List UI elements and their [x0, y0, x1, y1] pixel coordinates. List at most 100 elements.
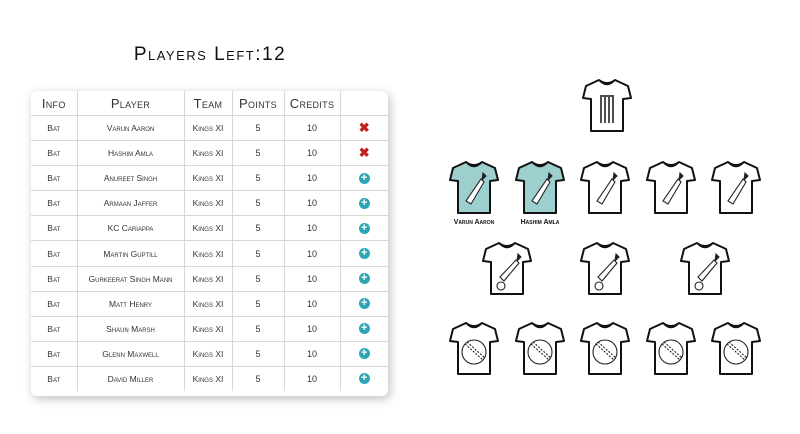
team-slot-batsman[interactable] — [646, 159, 696, 215]
ball-icon — [658, 339, 684, 365]
cell-player: Martin Guptill — [76, 240, 185, 267]
table-row[interactable]: Bat KC Cariappa Kings XI 5 10 + — [31, 215, 388, 242]
team-slot-bowler[interactable] — [580, 320, 630, 376]
cell-info: Bat — [31, 365, 78, 392]
table-row[interactable]: Bat Glenn Maxwell Kings XI 5 10 + — [31, 340, 388, 367]
cell-points: 5 — [231, 215, 285, 242]
players-table-card: Info Player Team Points Credits Bat Varun… — [31, 91, 388, 396]
table-row[interactable]: Bat Martin Guptill Kings XI 5 10 + — [31, 240, 388, 267]
players-left-label: Players Left: — [133, 44, 263, 65]
cell-points: 5 — [231, 240, 285, 267]
jersey-icon — [580, 322, 630, 375]
column-header-action — [339, 91, 388, 116]
cell-info: Bat — [31, 165, 78, 192]
jersey-icon — [711, 322, 761, 375]
cell-team: Kings XI — [183, 315, 233, 342]
jersey-icon — [646, 161, 696, 214]
cell-team: Kings XI — [183, 340, 233, 367]
add-player-button[interactable]: + — [358, 348, 370, 360]
cell-info: Bat — [31, 290, 78, 317]
remove-player-button[interactable]: ✖ — [359, 146, 370, 159]
table-row[interactable]: Bat Matt Henry Kings XI 5 10 + — [31, 290, 388, 317]
team-slot-bowler[interactable] — [449, 320, 499, 376]
column-header-credits[interactable]: Credits — [283, 91, 341, 116]
cell-info: Bat — [31, 315, 78, 342]
column-header-team[interactable]: Team — [183, 91, 233, 116]
jersey-icon — [580, 242, 630, 295]
cell-credits: 10 — [283, 190, 341, 217]
cell-points: 5 — [231, 165, 285, 192]
cell-player: Matt Henry — [76, 290, 185, 317]
cell-info: Bat — [31, 215, 78, 242]
add-player-button[interactable]: + — [358, 172, 370, 184]
add-player-button[interactable]: + — [358, 248, 370, 260]
players-left-count: 12 — [262, 44, 287, 65]
cell-points: 5 — [231, 265, 285, 292]
cell-credits: 10 — [283, 265, 341, 292]
column-header-points[interactable]: Points — [231, 91, 285, 116]
jersey-icon — [449, 322, 499, 375]
team-slot-batsman[interactable] — [449, 159, 499, 215]
add-player-button[interactable]: + — [358, 298, 370, 310]
team-slot-batsman[interactable] — [515, 159, 565, 215]
jersey-icon — [582, 79, 632, 132]
cell-credits: 10 — [283, 140, 341, 167]
table-row[interactable]: Bat Shaun Marsh Kings XI 5 10 + — [31, 315, 388, 342]
cell-team: Kings XI — [183, 365, 233, 392]
cell-credits: 10 — [283, 315, 341, 342]
jersey-icon — [515, 322, 565, 375]
cell-team: Kings XI — [183, 265, 233, 292]
cell-info: Bat — [31, 265, 78, 292]
column-header-player[interactable]: Player — [76, 91, 185, 116]
team-slot-bowler[interactable] — [711, 320, 761, 376]
table-row[interactable]: Bat Armaan Jaffer Kings XI 5 10 + — [31, 190, 388, 217]
table-row[interactable]: Bat David Miller Kings XI 5 10 + — [31, 365, 388, 392]
cell-credits: 10 — [283, 365, 341, 392]
cell-player: David Miller — [76, 365, 185, 392]
cell-credits: 10 — [283, 165, 341, 192]
cell-points: 5 — [231, 315, 285, 342]
cell-team: Kings XI — [183, 290, 233, 317]
cell-points: 5 — [231, 365, 285, 392]
cell-player: KC Cariappa — [76, 215, 185, 242]
cell-player: Glenn Maxwell — [76, 340, 185, 367]
cell-player: Varun Aaron — [76, 114, 185, 142]
cell-info: Bat — [31, 140, 78, 167]
table-row[interactable]: Bat Varun Aaron Kings XI 5 10 ✖ — [31, 114, 388, 142]
team-slot-wicketkeeper[interactable] — [582, 77, 632, 133]
team-slot-batsman[interactable] — [580, 159, 630, 215]
jersey-icon — [711, 161, 761, 214]
cell-points: 5 — [231, 290, 285, 317]
cell-action: ✖ — [339, 140, 388, 167]
table-row[interactable]: Bat Hashim Amla Kings XI 5 10 ✖ — [31, 140, 388, 167]
cell-credits: 10 — [283, 215, 341, 242]
team-slot-bowler[interactable] — [646, 320, 696, 376]
ball-icon — [723, 339, 749, 365]
team-slot-allrounder[interactable] — [580, 240, 630, 296]
cell-action: + — [339, 165, 388, 192]
cell-points: 5 — [231, 114, 285, 142]
cell-action: + — [339, 190, 388, 217]
add-player-button[interactable]: + — [358, 373, 370, 385]
cell-action: ✖ — [339, 114, 388, 142]
cell-credits: 10 — [283, 290, 341, 317]
cell-player: Armaan Jaffer — [76, 190, 185, 217]
remove-player-button[interactable]: ✖ — [359, 121, 370, 134]
table-row[interactable]: Bat Anureet Singh Kings XI 5 10 + — [31, 165, 388, 192]
add-player-button[interactable]: + — [358, 323, 370, 335]
add-player-button[interactable]: + — [358, 197, 370, 209]
cell-info: Bat — [31, 240, 78, 267]
cell-action: + — [339, 365, 388, 392]
add-player-button[interactable]: + — [358, 273, 370, 285]
team-slot-batsman[interactable] — [711, 159, 761, 215]
table-row[interactable]: Bat Gurkeerat Singh Mann Kings XI 5 10 + — [31, 265, 388, 292]
cell-player: Shaun Marsh — [76, 315, 185, 342]
jersey-icon — [646, 322, 696, 375]
add-player-button[interactable]: + — [358, 222, 370, 234]
jersey-icon — [482, 242, 532, 295]
cell-points: 5 — [231, 190, 285, 217]
team-slot-bowler[interactable] — [515, 320, 565, 376]
team-slot-allrounder[interactable] — [482, 240, 532, 296]
team-slot-allrounder[interactable] — [680, 240, 730, 296]
column-header-info[interactable]: Info — [31, 91, 78, 116]
